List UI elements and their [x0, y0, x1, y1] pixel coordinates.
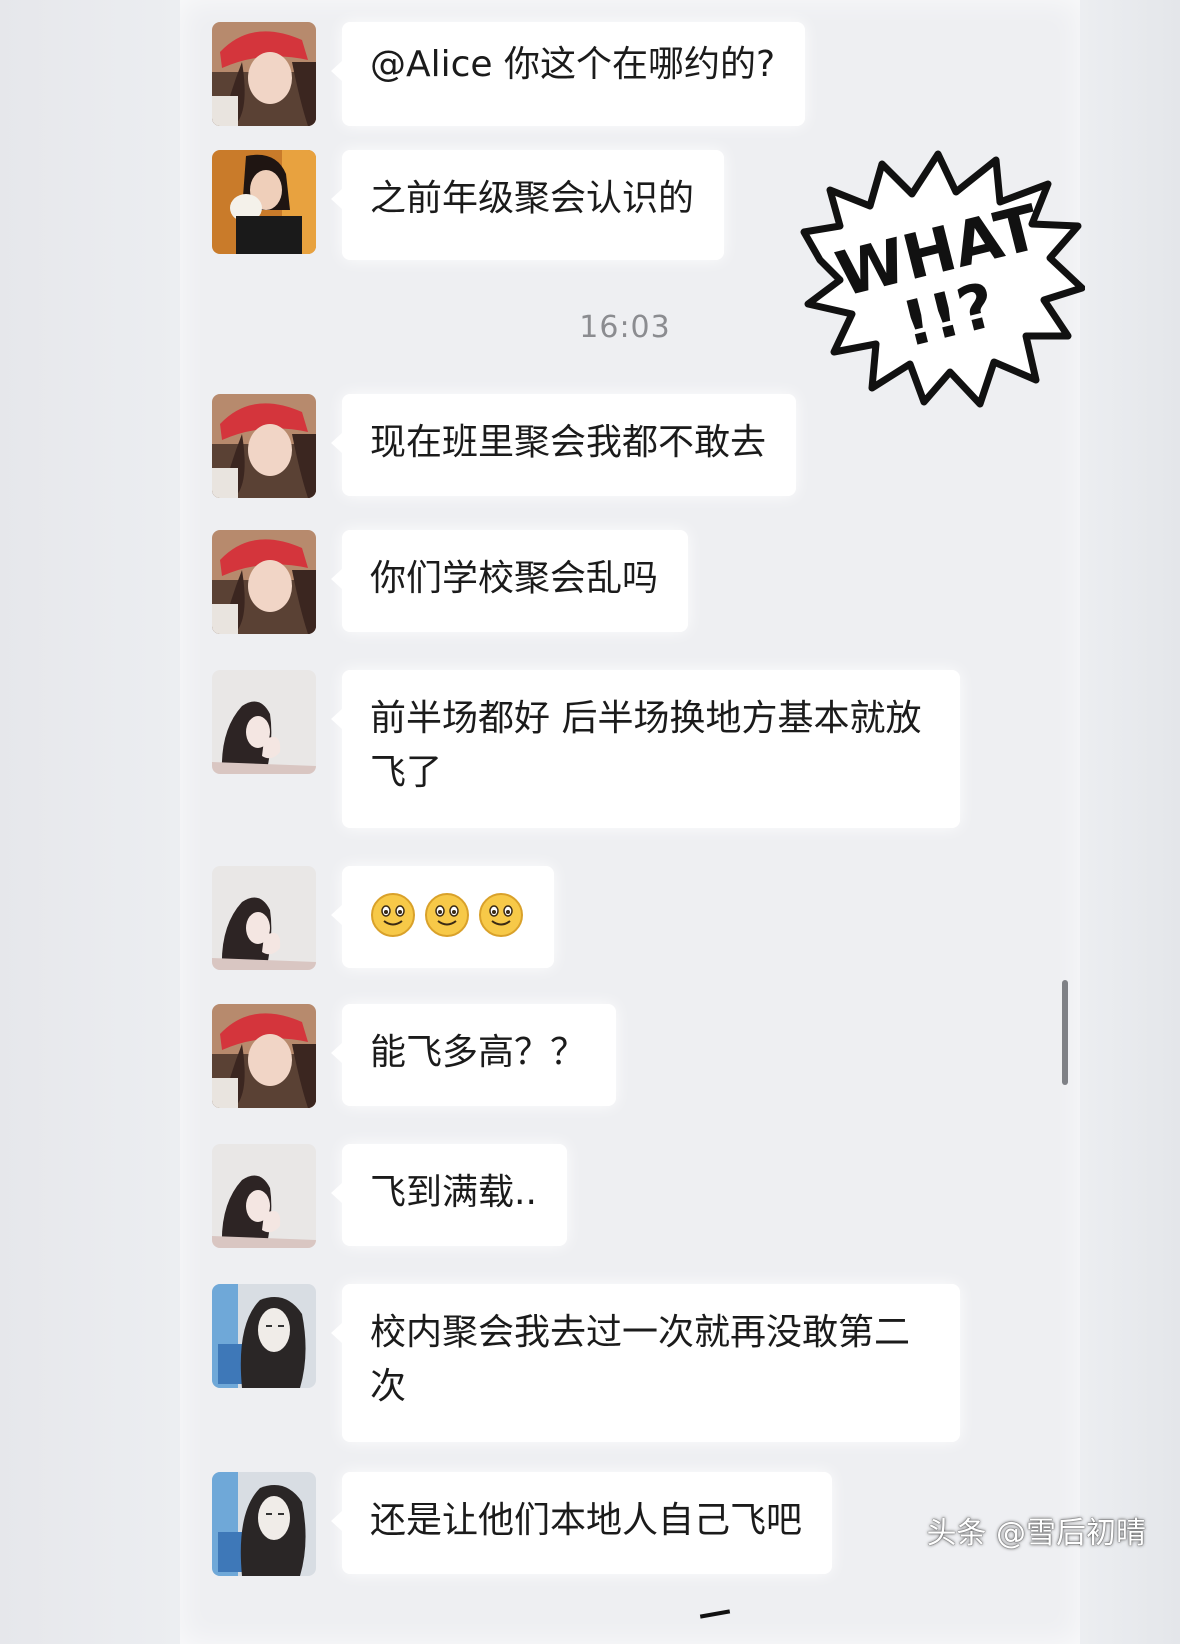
message-bubble[interactable]: 你们学校聚会乱吗: [330, 530, 689, 632]
avatar-sketch-girl[interactable]: [212, 1144, 316, 1248]
avatar-sketch-girl[interactable]: [212, 866, 316, 970]
message-bubble[interactable]: @Alice 你这个在哪约的?: [330, 22, 806, 126]
message-bubble[interactable]: [331, 866, 554, 968]
message-text: 能飞多高？？: [370, 1032, 587, 1073]
message-text: 你们学校聚会乱吗: [370, 558, 659, 599]
emoji-row: [370, 888, 524, 938]
message-bubble[interactable]: 还是让他们本地人自己飞吧: [330, 1472, 833, 1574]
avatar-drawn-girl[interactable]: [212, 1284, 316, 1388]
avatar-sketch-girl[interactable]: [212, 670, 316, 774]
watermark: 头条 @雪后初晴: [926, 1516, 1146, 1551]
message-text: 飞到满载..: [370, 1172, 537, 1213]
smile-emoji-icon: [479, 893, 523, 937]
avatar-red-hat-girl[interactable]: [212, 530, 316, 634]
avatar-red-hat-girl[interactable]: [212, 1004, 316, 1108]
left-backdrop: [0, 0, 180, 1644]
message-bubble[interactable]: 之前年级聚会认识的: [330, 150, 725, 260]
scrollbar[interactable]: [1062, 980, 1068, 1085]
avatar-drawn-girl[interactable]: [212, 1472, 316, 1576]
avatar-red-hat-girl[interactable]: [212, 394, 316, 498]
right-backdrop: [1080, 0, 1180, 1644]
message-text: 现在班里聚会我都不敢去: [370, 422, 767, 463]
smile-emoji-icon: [371, 893, 415, 937]
message-text: @Alice 你这个在哪约的?: [370, 44, 776, 85]
message-bubble[interactable]: 能飞多高？？: [330, 1004, 617, 1106]
message-text: 校内聚会我去过一次就再没敢第二次: [370, 1312, 911, 1407]
message-text: 之前年级聚会认识的: [370, 178, 695, 219]
message-text: 还是让他们本地人自己飞吧: [370, 1500, 803, 1541]
message-bubble[interactable]: 前半场都好 后半场换地方基本就放飞了: [331, 670, 960, 828]
message-bubble[interactable]: 校内聚会我去过一次就再没敢第二次: [331, 1284, 960, 1442]
message-text: 前半场都好 后半场换地方基本就放飞了: [370, 698, 922, 793]
avatar-red-hat-girl[interactable]: [212, 22, 316, 126]
message-bubble[interactable]: 飞到满载..: [331, 1144, 567, 1246]
avatar-girl-with-pet[interactable]: [212, 150, 316, 254]
what-sticker: WHAT !!?: [800, 150, 1085, 408]
message-bubble[interactable]: 现在班里聚会我都不敢去: [330, 394, 797, 496]
smile-emoji-icon: [425, 893, 469, 937]
